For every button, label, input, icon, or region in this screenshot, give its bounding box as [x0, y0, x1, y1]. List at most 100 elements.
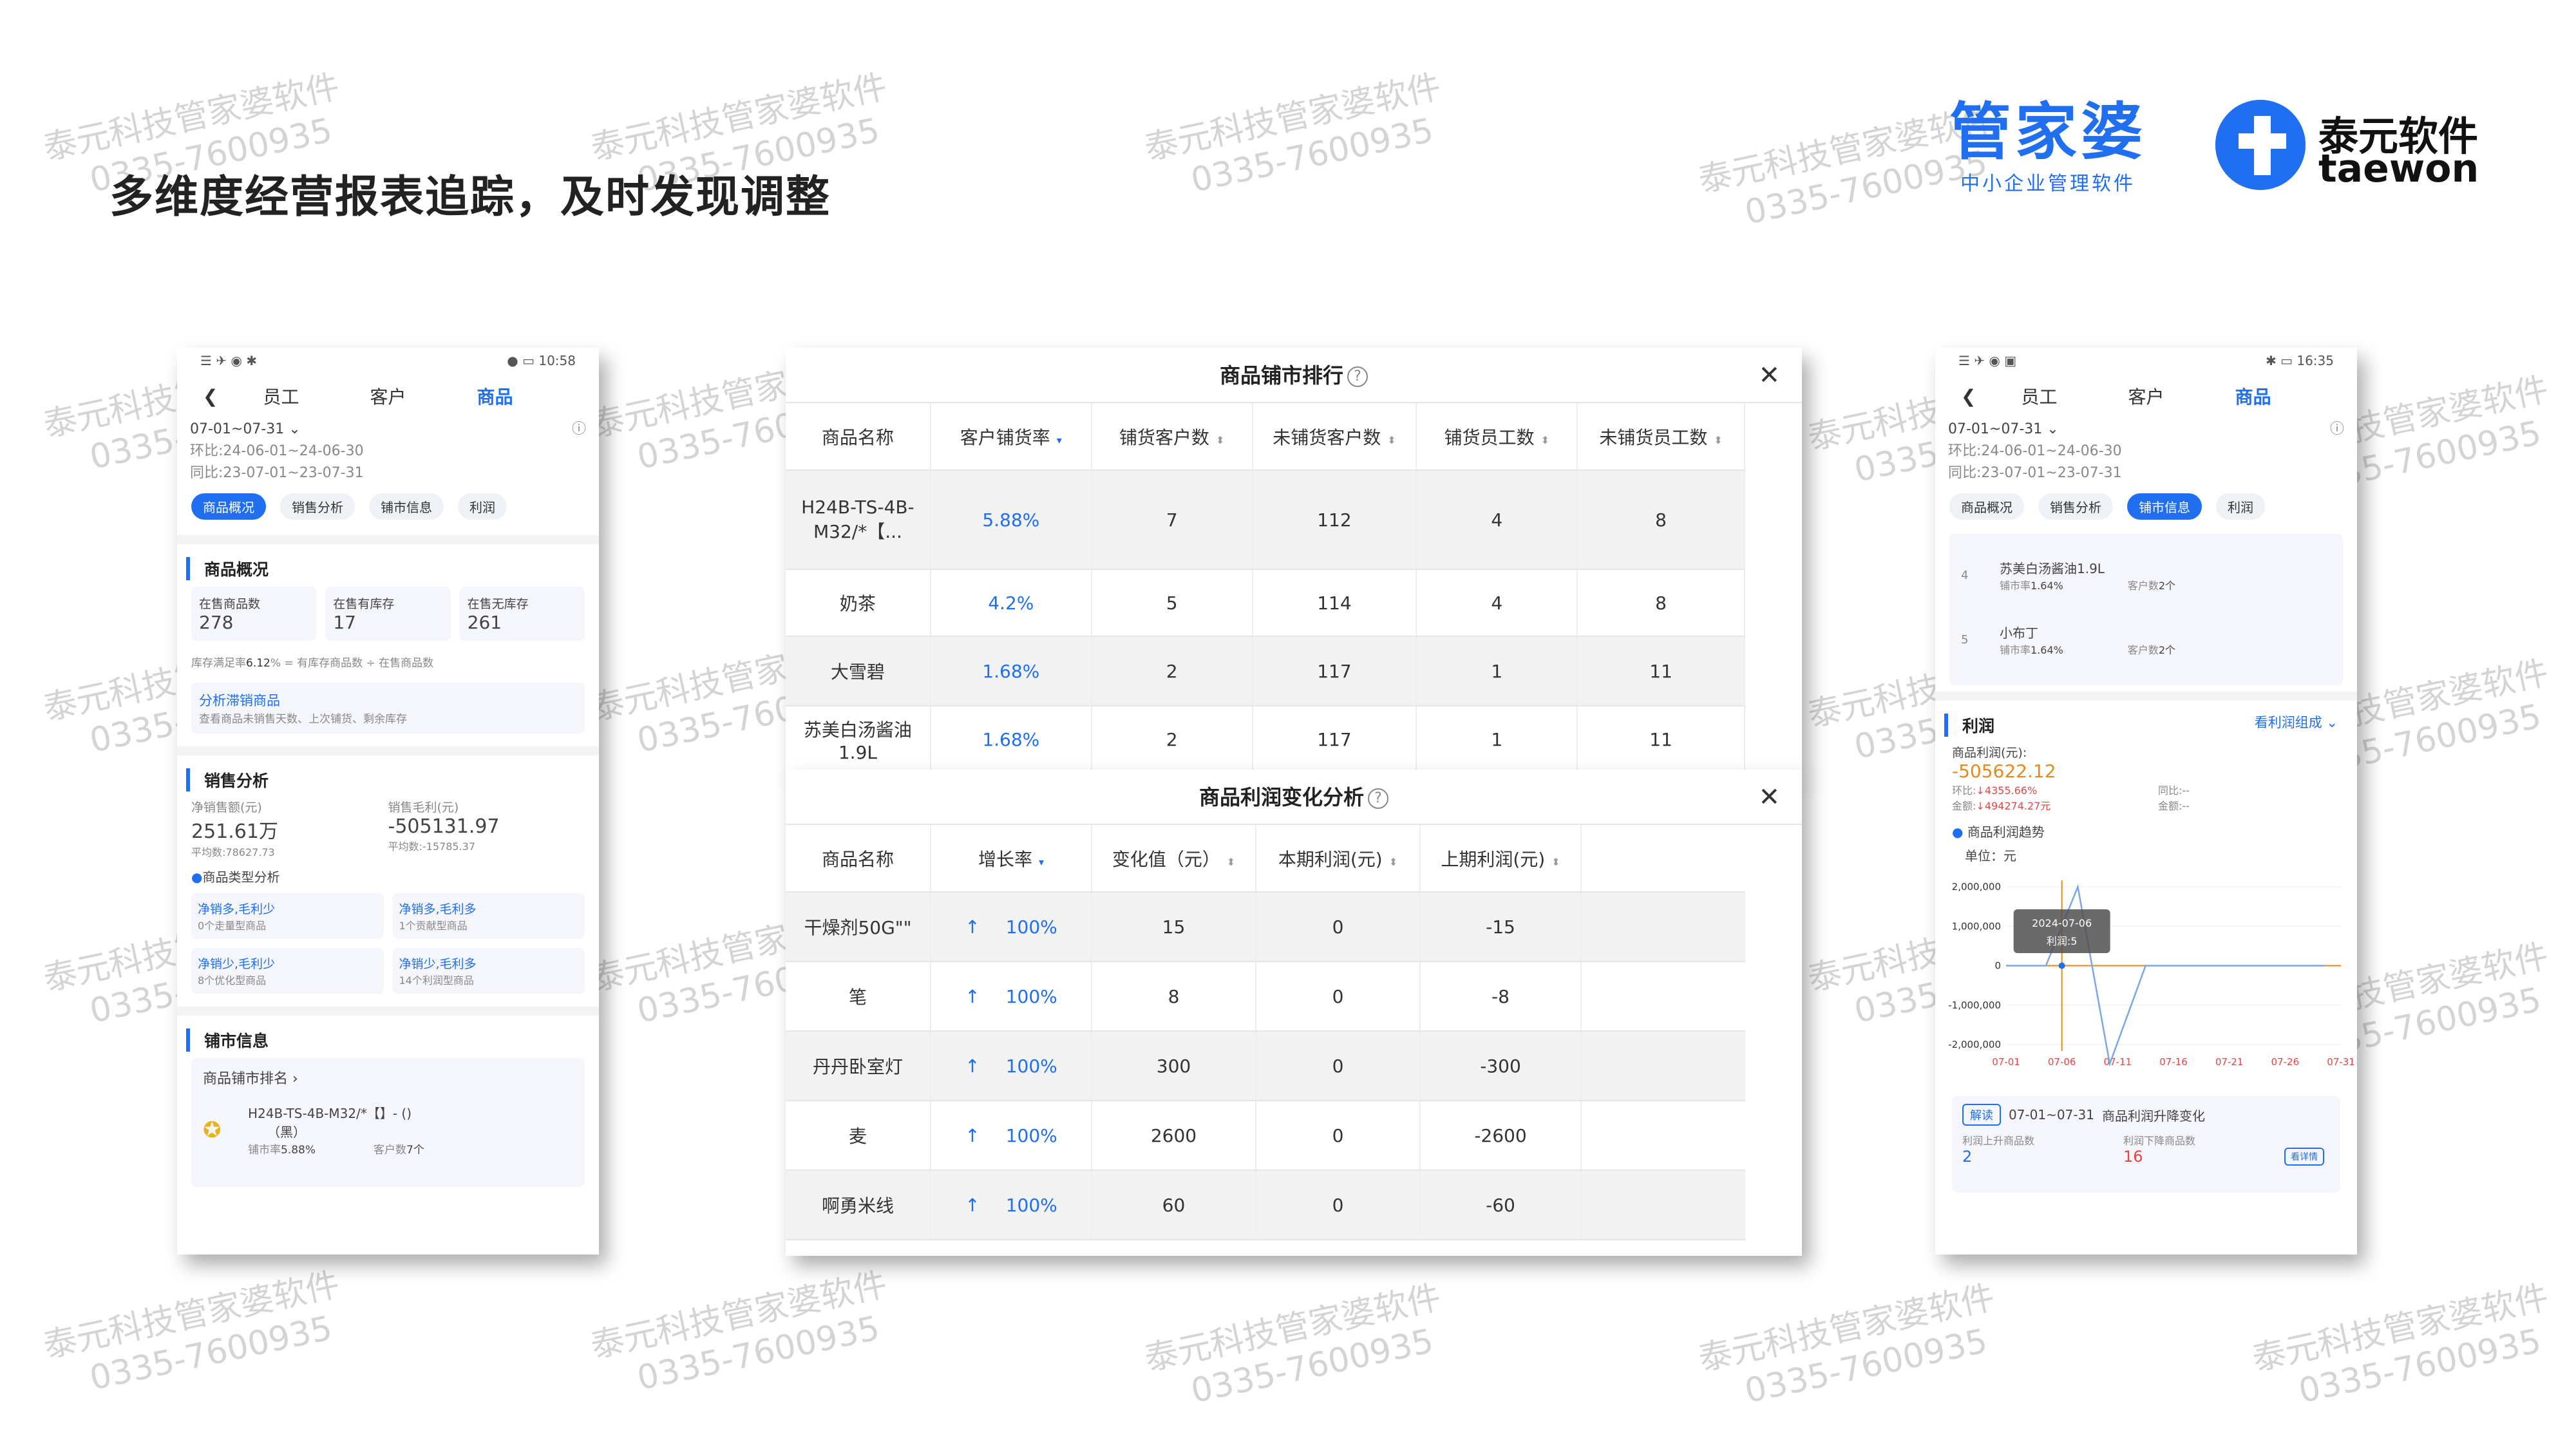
y-tick-label: 1,000,000	[1952, 920, 2001, 932]
col-header[interactable]: 商品名称	[786, 403, 931, 471]
help-icon[interactable]: ⓘ	[572, 419, 586, 440]
watermark: 泰元科技管家婆软件0335-7600935	[2249, 1278, 2552, 1411]
shop-ranking-window: 商品铺市排行? ✕ 商品名称 客户铺货率 ▾ 铺货客户数 ⬍ 未铺货客户数 ⬍ 铺货员工…	[786, 348, 1802, 773]
table-row[interactable]: 丹丹卧室灯 ↑ 100% 300 0 -300	[786, 1031, 1745, 1101]
profit-trend-chart[interactable]: 2,000,000 1,000,000 0 -1,000,000 -2,000,000 0…	[1935, 864, 2357, 1090]
back-arrow-icon[interactable]: ❮	[1961, 386, 1976, 407]
tab-product[interactable]: 商品	[2235, 383, 2271, 409]
table-row[interactable]: 大雪碧 1.68% 2 117 1 11	[786, 636, 1745, 706]
list-item[interactable]: 5 小布丁 铺市率1.64% 客户数2个	[1961, 607, 2331, 672]
help-icon[interactable]: ⓘ	[2330, 419, 2344, 440]
table-row[interactable]: 啊勇米线 ↑ 100% 60 0 -60	[786, 1170, 1745, 1240]
col-header[interactable]: 铺货客户数 ⬍	[1091, 403, 1253, 471]
slow-moving-card[interactable]: 分析滞销商品 查看商品未销售天数、上次铺货、剩余库存	[191, 683, 585, 734]
tab-product[interactable]: 商品	[477, 383, 513, 409]
tongbi-range: 同比:23-07-01~23-07-31	[1948, 465, 2122, 481]
chart-unit: 单位：元	[1965, 848, 2016, 864]
pill-sales[interactable]: 销售分析	[280, 493, 355, 520]
phone-left-screen: ☰ ✈ ◉ ✱ ● ▭ 10:58 ❮ 员工 客户 商品 07-01~07-31…	[177, 348, 599, 1255]
type-card-2[interactable]: 净销多,毛利多 1个贡献型商品	[392, 893, 585, 939]
table-row[interactable]: 笔 ↑ 100% 8 0 -8	[786, 961, 1745, 1032]
chevron-down-icon: ⌄	[289, 421, 301, 437]
stat-card-no-stock[interactable]: 在售无库存 261	[459, 587, 585, 641]
tab-customer[interactable]: 客户	[2128, 383, 2164, 409]
table-row[interactable]: 干燥剂50G"" ↑ 100% 15 0 -15	[786, 892, 1745, 962]
y-tick-label: -1,000,000	[1948, 999, 2001, 1011]
close-icon[interactable]: ✕	[1758, 348, 1780, 403]
pill-overview[interactable]: 商品概况	[1949, 493, 2024, 520]
tooltip-value: 利润:5	[2047, 935, 2078, 947]
table-row[interactable]: H24B-TS-4B-M32/*【... 5.88% 7 112 4 8	[786, 470, 1745, 570]
col-header[interactable]: 未铺货员工数 ⬍	[1577, 403, 1745, 471]
section-pills: 商品概况 销售分析 铺市信息 利润	[1935, 484, 2357, 529]
list-item[interactable]: 4 苏美白汤酱油1.9L 铺市率1.64% 客户数2个	[1961, 543, 2331, 607]
phone-right-screen: ☰ ✈ ◉ ▣ ✱ ▭ 16:35 ❮ 员工 客户 商品 07-01~07-31…	[1935, 348, 2357, 1255]
pill-sales[interactable]: 销售分析	[2038, 493, 2113, 520]
watermark: 泰元科技管家婆软件0335-7600935	[1141, 1278, 1444, 1411]
close-icon[interactable]: ✕	[1758, 770, 1780, 825]
date-range-selector[interactable]: 07-01~07-31 ⌄	[1948, 419, 2059, 440]
x-tick-label: 07-26	[2271, 1056, 2300, 1068]
tab-staff[interactable]: 员工	[263, 383, 299, 409]
guanjiapo-brand-name: 管家婆	[1949, 96, 2146, 168]
y-tick-label: 2,000,000	[1952, 881, 2001, 893]
back-arrow-icon[interactable]: ❮	[203, 386, 218, 407]
watermark: 泰元科技管家婆软件0335-7600935	[587, 1265, 891, 1398]
guanjiapo-tagline: 中小企业管理软件	[1960, 173, 2136, 195]
trend-title: ● 商品利润趋势	[1952, 824, 2045, 840]
status-bar: ☰ ✈ ◉ ✱ ● ▭ 10:58	[177, 348, 599, 374]
type-card-3[interactable]: 净销少,毛利少 8个优化型商品	[191, 948, 384, 994]
type-card-1[interactable]: 净销多,毛利少 0个走量型商品	[191, 893, 384, 939]
shop-ranking-title: 商品铺市排行? ✕	[786, 348, 1802, 403]
sort-icon: ⬍	[1551, 855, 1560, 868]
sort-icon: ⬍	[1388, 855, 1398, 868]
table-row[interactable]: 麦 ↑ 100% 2600 0 -2600	[786, 1101, 1745, 1171]
col-header[interactable]: 本期利润(元) ⬍	[1256, 825, 1421, 893]
battery-icon: ● ▭	[507, 353, 539, 368]
section-pills: 商品概况 销售分析 铺市信息 利润	[177, 484, 599, 529]
taiyuan-name-en: taewon	[2318, 146, 2479, 191]
guanjiapo-logo: 管家婆 中小企业管理软件	[1938, 96, 2157, 195]
type-card-4[interactable]: 净销少,毛利多 14个利润型商品	[392, 948, 585, 994]
x-tick-label: 07-16	[2159, 1056, 2188, 1068]
shop-rank-list: 4 苏美白汤酱油1.9L 铺市率1.64% 客户数2个 5 小布丁 铺市率1.64% 客…	[1949, 534, 2343, 685]
tab-staff[interactable]: 员工	[2021, 383, 2057, 409]
pill-shop[interactable]: 铺市信息	[2127, 493, 2202, 520]
col-header[interactable]: 上期利润(元) ⬍	[1420, 825, 1582, 893]
arrow-up-icon: ↑	[965, 1055, 980, 1077]
watermark: 泰元科技管家婆软件0335-7600935	[1695, 1278, 1998, 1411]
stat-card-in-stock[interactable]: 在售有库存 17	[325, 587, 451, 641]
table-row[interactable]: 苏美白汤酱油1.9L 1.68% 2 117 1 11	[786, 706, 1745, 773]
pill-profit[interactable]: 利润	[458, 493, 507, 520]
sort-icon: ⬍	[1226, 855, 1236, 868]
pill-overview[interactable]: 商品概况	[191, 493, 266, 520]
sort-icon: ⬍	[1215, 433, 1225, 446]
sort-icon: ⬍	[1540, 433, 1549, 446]
profit-composition-link[interactable]: 看利润组成 ⌄	[2255, 712, 2338, 732]
help-icon[interactable]: ?	[1347, 366, 1368, 387]
medal-icon: ✪	[203, 1117, 222, 1143]
shop-rank-card[interactable]: 商品铺市排名 › ✪ H24B-TS-4B-M32/*【】- () （黑） 铺市…	[191, 1058, 585, 1187]
pill-shop[interactable]: 铺市信息	[369, 493, 444, 520]
x-tick-label: 07-31	[2327, 1056, 2355, 1068]
col-header[interactable]: 商品名称	[786, 825, 931, 893]
stat-card-on-sale[interactable]: 在售商品数 278	[191, 587, 317, 641]
view-detail-button[interactable]: 看详情	[2284, 1148, 2324, 1166]
pill-profit[interactable]: 利润	[2216, 493, 2265, 520]
col-header[interactable]: 未铺货客户数 ⬍	[1252, 403, 1417, 471]
profit-title: 利润	[1944, 714, 2009, 737]
arrow-up-icon: ↑	[965, 916, 980, 938]
help-icon[interactable]: ?	[1368, 788, 1388, 809]
col-header[interactable]: 增长率 ▾	[931, 825, 1092, 893]
page-headline: 多维度经营报表追踪，及时发现调整	[109, 172, 831, 223]
col-header[interactable]: 铺货员工数 ⬍	[1416, 403, 1578, 471]
sort-icon: ⬍	[1387, 433, 1396, 446]
signal-icon: ☰ ✈ ◉ ▣	[1958, 353, 2017, 368]
top-tabs: ❮ 员工 客户 商品	[1935, 374, 2357, 419]
col-header[interactable]: 变化值（元） ⬍	[1092, 825, 1256, 893]
table-row[interactable]: 奶茶 4.2% 5 114 4 8	[786, 569, 1745, 637]
date-range-selector[interactable]: 07-01~07-31 ⌄	[190, 419, 301, 440]
profit-value: -505622.12	[1952, 761, 2056, 782]
tab-customer[interactable]: 客户	[370, 383, 406, 409]
col-header[interactable]: 客户铺货率 ▾	[930, 403, 1092, 471]
